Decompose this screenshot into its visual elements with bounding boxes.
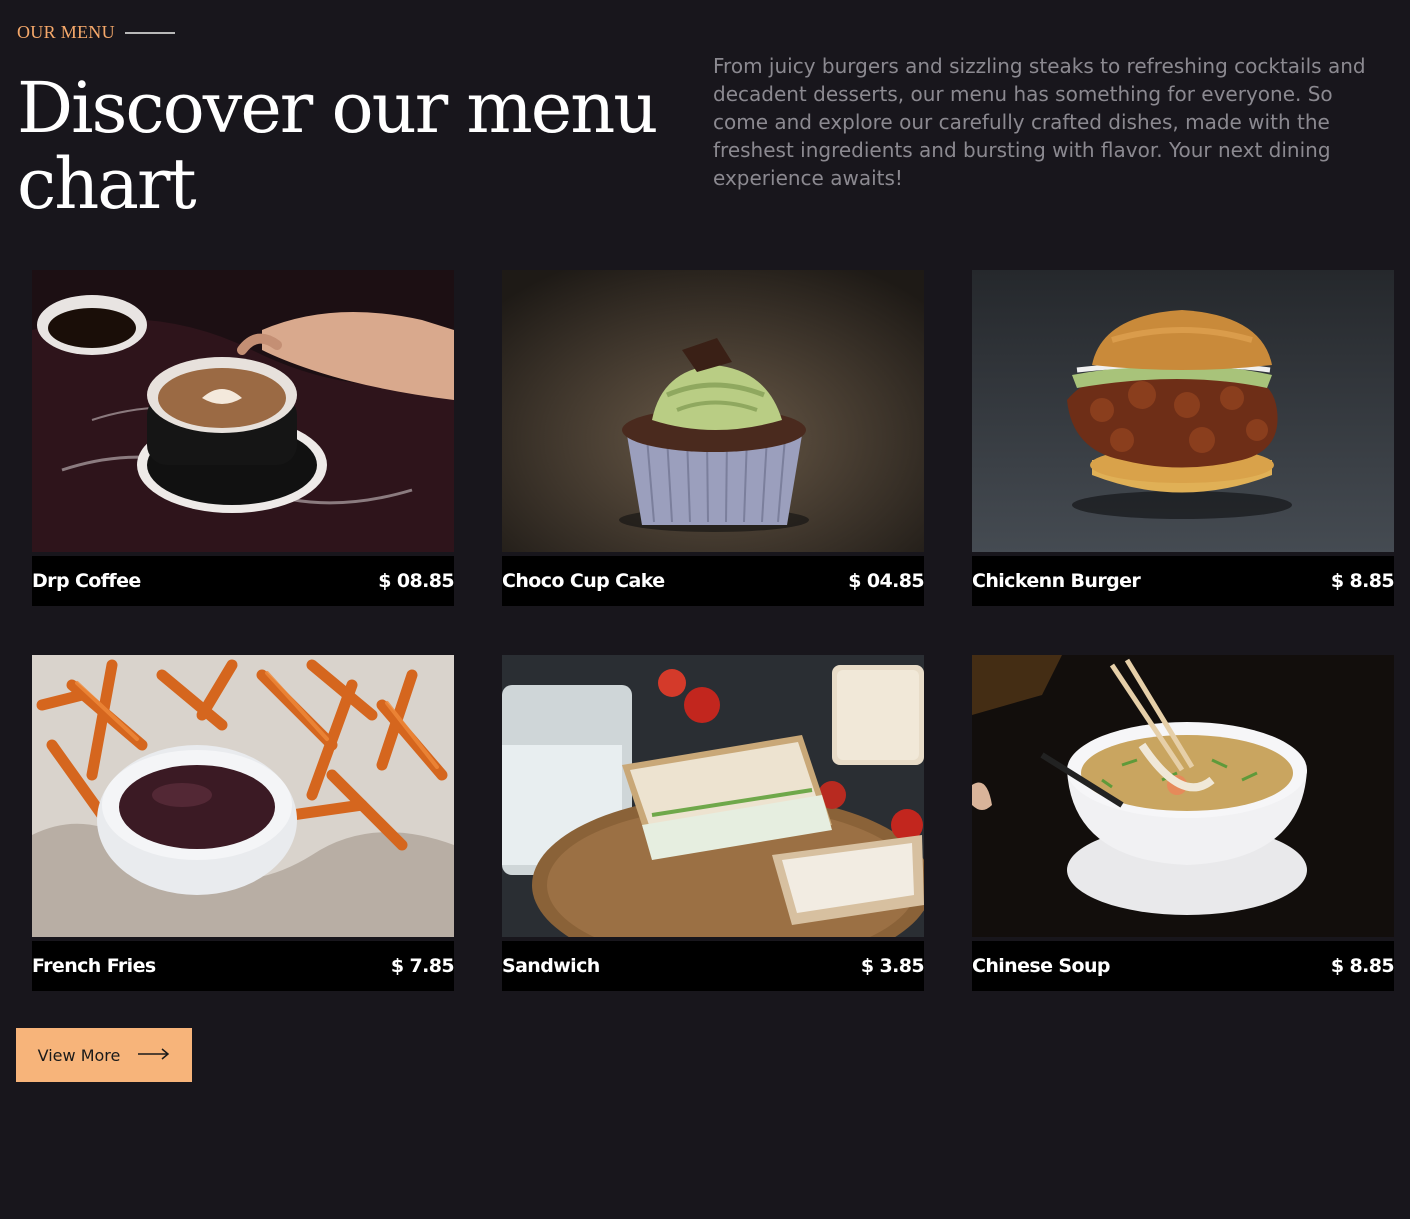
item-price: $ 08.85 [378, 570, 454, 592]
menu-card-caption: Chinese Soup $ 8.85 [972, 941, 1395, 991]
section-intro: From juicy burgers and sizzling steaks t… [713, 54, 1366, 190]
menu-card[interactable]: Chinese Soup $ 8.85 [972, 655, 1395, 991]
item-price: $ 04.85 [848, 570, 924, 592]
section-eyebrow: OUR MENU [17, 22, 175, 43]
item-name: Sandwich [502, 955, 600, 977]
menu-card-caption: Sandwich $ 3.85 [502, 941, 925, 991]
cupcake-photo [502, 270, 924, 552]
eyebrow-label: OUR MENU [17, 22, 115, 42]
menu-card[interactable]: Sandwich $ 3.85 [502, 655, 925, 991]
menu-card-caption: Chickenn Burger $ 8.85 [972, 556, 1395, 606]
item-price: $ 8.85 [1330, 570, 1395, 592]
menu-card-caption: Choco Cup Cake $ 04.85 [502, 556, 925, 606]
item-price: $ 7.85 [390, 955, 455, 977]
menu-card-caption: Drp Coffee $ 08.85 [32, 556, 455, 606]
item-price: $ 8.85 [1330, 955, 1395, 977]
fries-photo [32, 655, 454, 937]
menu-card-caption: French Fries $ 7.85 [32, 941, 455, 991]
view-more-label: View More [37, 1045, 121, 1065]
sandwich-photo [502, 655, 924, 937]
soup-photo [972, 655, 1394, 937]
item-name: Chickenn Burger [972, 570, 1141, 592]
burger-photo [972, 270, 1394, 552]
item-name: French Fries [32, 955, 156, 977]
item-name: Chinese Soup [972, 955, 1110, 977]
coffee-photo [32, 270, 454, 552]
menu-card[interactable]: Chickenn Burger $ 8.85 [972, 270, 1395, 606]
view-more-button[interactable]: View More [16, 1028, 192, 1082]
item-price: $ 3.85 [860, 955, 925, 977]
item-name: Drp Coffee [32, 570, 141, 592]
menu-card[interactable]: Drp Coffee $ 08.85 [32, 270, 455, 606]
menu-card[interactable]: French Fries $ 7.85 [32, 655, 455, 991]
section-title: Discover our menu chart [17, 67, 658, 225]
arrow-right-icon [138, 1047, 170, 1063]
eyebrow-divider [124, 31, 175, 34]
item-name: Choco Cup Cake [502, 570, 665, 592]
menu-card[interactable]: Choco Cup Cake $ 04.85 [502, 270, 925, 606]
